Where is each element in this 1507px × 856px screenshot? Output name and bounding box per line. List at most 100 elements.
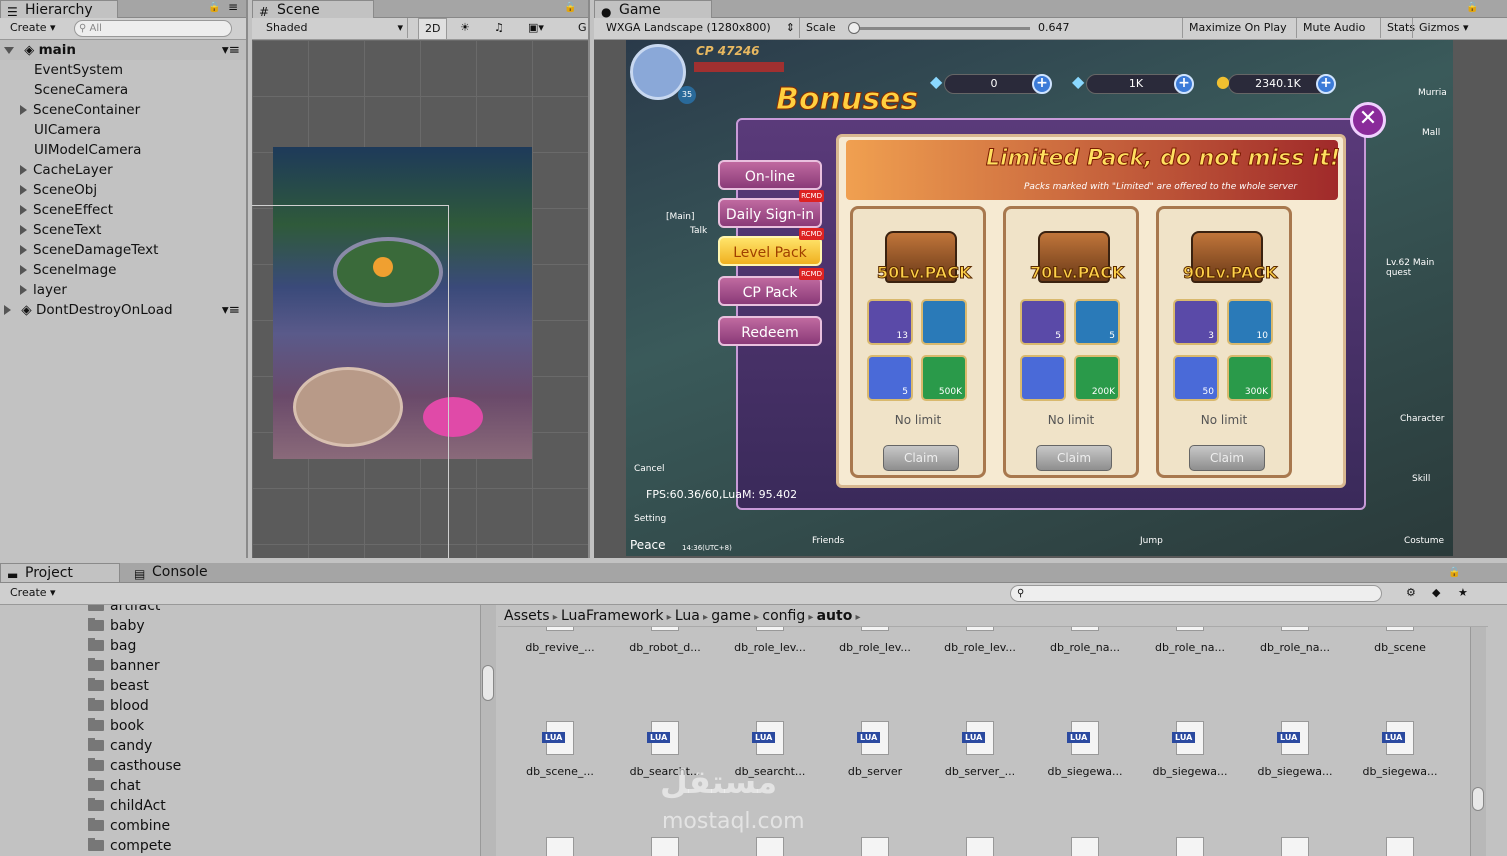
folder-item[interactable]: compete: [88, 836, 172, 856]
breadcrumb-item[interactable]: game: [711, 608, 751, 624]
options-icon[interactable]: ▾≡: [222, 40, 240, 60]
filter-label-icon[interactable]: ◆: [1426, 583, 1446, 603]
reward-item[interactable]: [1020, 355, 1066, 401]
shading-dropdown[interactable]: Shaded ▾: [260, 18, 408, 38]
mute-audio-toggle[interactable]: Mute Audio: [1296, 18, 1371, 38]
lua-file-icon[interactable]: [1386, 837, 1414, 856]
tab-hierarchy[interactable]: ☰ Hierarchy: [0, 0, 118, 19]
maximize-on-play-toggle[interactable]: Maximize On Play: [1182, 18, 1293, 38]
murria-label[interactable]: Murria: [1418, 88, 1447, 98]
lua-file-icon[interactable]: [546, 837, 574, 856]
folder-item[interactable]: bag: [88, 636, 136, 656]
reward-item[interactable]: 13: [867, 299, 913, 345]
scale-slider-thumb[interactable]: [848, 22, 860, 34]
resolution-dropdown[interactable]: WXGA Landscape (1280x800) ⇕: [600, 18, 800, 38]
lua-file[interactable]: LUA db_role_lev...: [726, 627, 814, 654]
menu-button-1[interactable]: Daily Sign-in RCMD: [718, 190, 824, 228]
gizmo-g[interactable]: G: [572, 18, 593, 38]
folder-item[interactable]: banner: [88, 656, 160, 676]
lua-file[interactable]: LUA db_server: [831, 721, 919, 778]
folder-item[interactable]: casthouse: [88, 756, 181, 776]
tab-console[interactable]: ▤ Console: [128, 563, 248, 582]
scene-root-dontdestroy[interactable]: ◈ DontDestroyOnLoad ▾≡: [0, 300, 246, 320]
lua-file-icon[interactable]: [1281, 837, 1309, 856]
lock-icon[interactable]: 🔒: [208, 2, 220, 13]
lua-file[interactable]: LUA db_role_na...: [1251, 627, 1339, 654]
lua-file[interactable]: LUA db_siegewa...: [1146, 721, 1234, 778]
audio-icon[interactable]: ♫: [488, 18, 510, 38]
reward-item[interactable]: 5: [1020, 299, 1066, 345]
cancel-label[interactable]: Cancel: [634, 464, 665, 474]
breadcrumb-item[interactable]: Lua: [675, 608, 700, 624]
breadcrumb-item[interactable]: Assets: [504, 608, 550, 624]
reward-item[interactable]: 5: [1074, 299, 1120, 345]
breadcrumb-item[interactable]: auto: [817, 608, 853, 624]
tab-project[interactable]: ▬ Project: [0, 563, 120, 582]
mall-label[interactable]: Mall: [1422, 128, 1440, 138]
collapsed-arrow-icon[interactable]: [20, 165, 27, 175]
breadcrumb-item[interactable]: config: [762, 608, 805, 624]
lua-file[interactable]: LUA db_robot_d...: [621, 627, 709, 654]
costume-label[interactable]: Costume: [1404, 536, 1444, 546]
claim-button[interactable]: Claim: [883, 445, 959, 471]
folder-scrollbar[interactable]: [480, 605, 496, 856]
lua-file-icon[interactable]: [1176, 837, 1204, 856]
scene-root-main[interactable]: ◈ main ▾≡: [0, 40, 246, 60]
folder-item[interactable]: chat: [88, 776, 141, 796]
lighting-icon[interactable]: ☀: [454, 18, 476, 38]
peace-mode[interactable]: Peace: [630, 538, 666, 552]
main-quest-label[interactable]: Lv.62 Main quest: [1386, 258, 1453, 278]
hierarchy-item[interactable]: SceneText: [20, 220, 101, 240]
collapsed-arrow-icon[interactable]: [20, 285, 27, 295]
lua-file[interactable]: LUA db_scene: [1356, 627, 1444, 654]
tab-game[interactable]: ● Game: [594, 0, 712, 19]
add-diamond-button[interactable]: +: [1032, 74, 1052, 94]
collapsed-arrow-icon[interactable]: [20, 205, 27, 215]
filter-type-icon[interactable]: ⚙: [1400, 583, 1422, 603]
lua-file-icon[interactable]: [966, 837, 994, 856]
folder-item[interactable]: book: [88, 716, 144, 736]
collapsed-arrow-icon[interactable]: [20, 225, 27, 235]
claim-button[interactable]: Claim: [1189, 445, 1265, 471]
lua-file[interactable]: LUA db_scene_...: [516, 721, 604, 778]
hierarchy-item[interactable]: SceneObj: [20, 180, 97, 200]
reward-item[interactable]: 3: [1173, 299, 1219, 345]
hierarchy-item[interactable]: UIModelCamera: [20, 140, 141, 160]
reward-item[interactable]: 500K: [921, 355, 967, 401]
close-button[interactable]: ✕: [1350, 102, 1386, 138]
reward-item[interactable]: 50: [1173, 355, 1219, 401]
setting-label[interactable]: Setting: [634, 514, 666, 524]
folder-item[interactable]: baby: [88, 616, 145, 636]
tab-scene[interactable]: # Scene: [252, 0, 374, 19]
folder-item[interactable]: beast: [88, 676, 149, 696]
hierarchy-item[interactable]: SceneEffect: [20, 200, 113, 220]
folder-scrollbar-thumb[interactable]: [482, 665, 494, 701]
lua-file-icon[interactable]: [861, 837, 889, 856]
create-button[interactable]: Create ▾: [4, 583, 62, 603]
lock-icon[interactable]: 🔒: [564, 2, 576, 13]
hierarchy-item[interactable]: SceneImage: [20, 260, 116, 280]
menu-button-0[interactable]: On-line Reward: [718, 160, 822, 215]
folder-item[interactable]: blood: [88, 696, 149, 716]
collapsed-arrow-icon[interactable]: [4, 305, 11, 315]
folder-item[interactable]: childAct: [88, 796, 166, 816]
hierarchy-item[interactable]: SceneDamageText: [20, 240, 158, 260]
folder-item[interactable]: combine: [88, 816, 170, 836]
menu-button-4[interactable]: Redeem: [718, 316, 822, 346]
file-scrollbar[interactable]: [1470, 627, 1486, 856]
lua-file-icon[interactable]: [756, 837, 784, 856]
search-input[interactable]: ⚲ All: [74, 20, 232, 37]
add-bound-diamond-button[interactable]: +: [1174, 74, 1194, 94]
lock-icon[interactable]: 🔒: [1448, 567, 1460, 578]
collapsed-arrow-icon[interactable]: [20, 245, 27, 255]
menu-button-2[interactable]: Level Pack RCMD: [718, 228, 824, 266]
hierarchy-item[interactable]: UICamera: [20, 120, 101, 140]
collapsed-arrow-icon[interactable]: [20, 265, 27, 275]
friends-label[interactable]: Friends: [812, 536, 844, 546]
menu-icon[interactable]: ≡: [228, 0, 238, 14]
character-label[interactable]: Character: [1400, 414, 1444, 424]
lua-file[interactable]: LUA db_revive_...: [516, 627, 604, 654]
skill-label[interactable]: Skill: [1412, 474, 1430, 484]
reward-item[interactable]: 10: [1227, 299, 1273, 345]
create-button[interactable]: Create ▾: [4, 18, 62, 38]
